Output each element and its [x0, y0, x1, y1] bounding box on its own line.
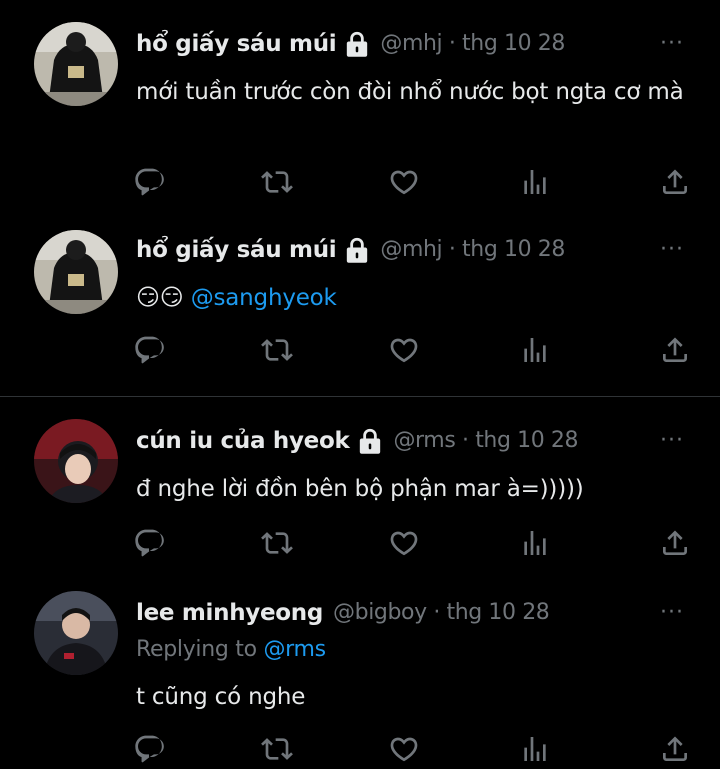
tweet-actions [0, 166, 720, 202]
lock-icon [344, 236, 370, 264]
tweet-actions [0, 733, 720, 769]
like-icon[interactable] [388, 527, 420, 559]
replying-prefix: Replying to [136, 637, 257, 662]
tweet-text: mới tuần trước còn đòi nhổ nước bọt ngta… [136, 79, 684, 105]
share-icon[interactable] [659, 334, 691, 366]
tweet-header: hổ giấy sáu múi @mhj · thg 10 28 ··· [136, 26, 692, 62]
tweet-header: lee minhyeong @bigboy · thg 10 28 ··· [136, 595, 692, 631]
like-icon[interactable] [388, 334, 420, 366]
user-handle[interactable]: @bigboy [333, 600, 427, 625]
mention-link[interactable]: @sanghyeok [191, 285, 337, 311]
like-icon[interactable] [388, 733, 420, 765]
lock-icon [344, 30, 370, 58]
tweet-date[interactable]: thg 10 28 [475, 428, 578, 453]
share-icon[interactable] [659, 527, 691, 559]
retweet-icon[interactable] [261, 733, 293, 765]
display-name[interactable]: cún iu của hyeok [136, 426, 350, 456]
more-options-icon[interactable]: ··· [652, 598, 692, 628]
separator: · [448, 237, 456, 262]
tweet-date[interactable]: thg 10 28 [447, 600, 550, 625]
more-options-icon[interactable]: ··· [652, 426, 692, 456]
avatar[interactable] [34, 22, 118, 106]
tweet-header: cún iu của hyeok @rms · thg 10 28 ··· [136, 423, 692, 459]
user-handle[interactable]: @mhj [380, 31, 442, 56]
separator: · [448, 31, 456, 56]
reply-icon[interactable] [133, 334, 165, 366]
avatar[interactable] [34, 230, 118, 314]
more-options-icon[interactable]: ··· [652, 235, 692, 265]
lock-icon [357, 427, 383, 455]
handle-and-date[interactable]: @rms · thg 10 28 [393, 426, 578, 456]
more-options-icon[interactable]: ··· [652, 29, 692, 59]
tweet-3[interactable]: cún iu của hyeok @rms · thg 10 28 ··· đ … [0, 397, 720, 577]
tweet-4[interactable]: lee minhyeong @bigboy · thg 10 28 ··· Re… [0, 577, 720, 768]
retweet-icon[interactable] [261, 527, 293, 559]
display-name[interactable]: hổ giấy sáu múi [136, 235, 337, 265]
tweet-date[interactable]: thg 10 28 [462, 237, 565, 262]
avatar[interactable] [34, 419, 118, 503]
retweet-icon[interactable] [261, 166, 293, 198]
analytics-icon[interactable] [519, 166, 551, 198]
analytics-icon[interactable] [519, 527, 551, 559]
handle-and-date[interactable]: @mhj · thg 10 28 [380, 235, 565, 265]
tweet-actions [0, 334, 720, 370]
user-handle[interactable]: @mhj [380, 237, 442, 262]
separator: · [433, 600, 440, 625]
like-icon[interactable] [388, 166, 420, 198]
share-icon[interactable] [659, 733, 691, 765]
emoji: 😏😏 [136, 285, 184, 311]
handle-and-date[interactable]: @mhj · thg 10 28 [380, 29, 565, 59]
display-name[interactable]: hổ giấy sáu múi [136, 29, 337, 59]
handle-and-date[interactable]: @bigboy · thg 10 28 [333, 598, 550, 628]
tweet-actions [0, 527, 720, 563]
tweet-text: t cũng có nghe [136, 684, 306, 710]
avatar[interactable] [34, 591, 118, 675]
analytics-icon[interactable] [519, 334, 551, 366]
separator: · [462, 428, 469, 453]
user-handle[interactable]: @rms [393, 428, 455, 453]
reply-icon[interactable] [133, 527, 165, 559]
replying-to-mention[interactable]: @rms [263, 637, 326, 662]
reply-icon[interactable] [133, 166, 165, 198]
tweet-header: hổ giấy sáu múi @mhj · thg 10 28 ··· [136, 232, 692, 268]
display-name[interactable]: lee minhyeong [136, 598, 323, 628]
share-icon[interactable] [659, 166, 691, 198]
tweet-date[interactable]: thg 10 28 [462, 31, 565, 56]
tweet-2[interactable]: hổ giấy sáu múi @mhj · thg 10 28 ··· 😏😏 … [0, 210, 720, 396]
replying-to: Replying to @rms [136, 637, 326, 662]
reply-icon[interactable] [133, 733, 165, 765]
tweet-text: đ nghe lời đồn bên bộ phận mar à=))))) [136, 476, 584, 502]
tweet-1[interactable]: hổ giấy sáu múi @mhj · thg 10 28 ··· mới… [0, 0, 720, 210]
retweet-icon[interactable] [261, 334, 293, 366]
tweet-text: 😏😏 @sanghyeok [136, 278, 698, 318]
analytics-icon[interactable] [519, 733, 551, 765]
